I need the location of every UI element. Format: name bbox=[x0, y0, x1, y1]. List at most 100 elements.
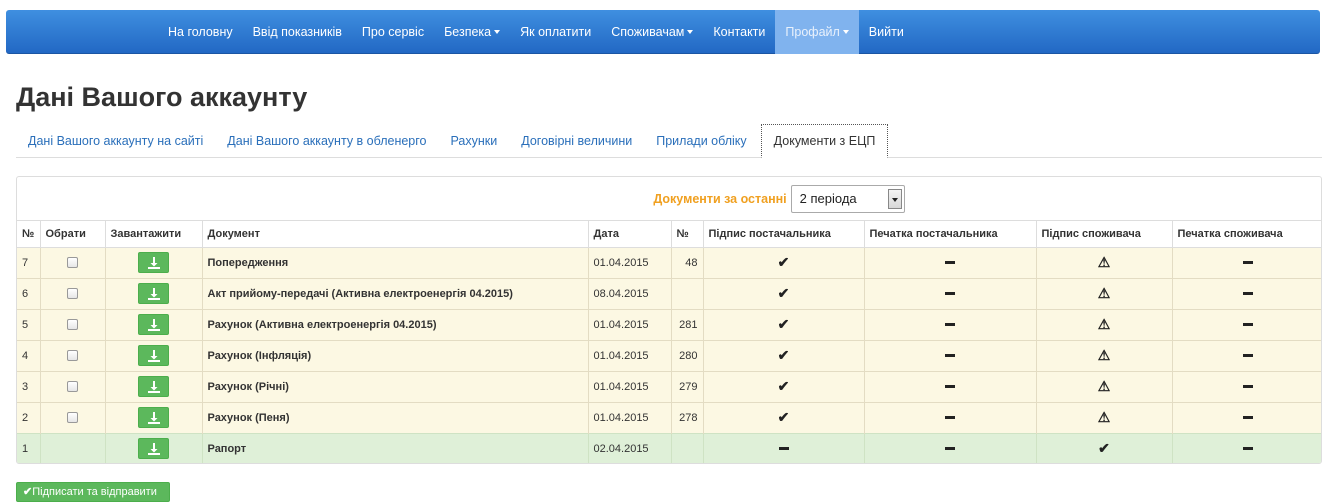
warning-icon: ⚠ bbox=[1097, 409, 1111, 425]
row-consumer-stamp bbox=[1172, 277, 1321, 309]
col-header-download: Завантажити bbox=[105, 221, 203, 248]
tab-meters[interactable]: Прилади обліку bbox=[644, 124, 758, 158]
documents-table: № Обрати Завантажити Документ Дата № Під… bbox=[17, 221, 1321, 463]
col-header-number: № bbox=[17, 221, 41, 248]
row-download-cell bbox=[105, 246, 203, 278]
row-date: 08.04.2015 bbox=[588, 277, 672, 309]
row-checkbox[interactable] bbox=[67, 257, 78, 269]
row-select-cell bbox=[40, 308, 106, 340]
warning-icon: ⚠ bbox=[1097, 316, 1111, 332]
col-header-doc-number: № bbox=[671, 221, 704, 248]
period-filter: Документи за останні 2 періода bbox=[17, 177, 1321, 221]
download-button[interactable] bbox=[138, 407, 169, 428]
row-select-cell bbox=[40, 432, 106, 463]
nav-item-about[interactable]: Про сервіс bbox=[352, 10, 434, 54]
nav-menu: На головну Ввід показників Про сервіс Бе… bbox=[158, 10, 914, 54]
row-date: 02.04.2015 bbox=[588, 432, 672, 463]
period-select[interactable]: 2 періода bbox=[790, 184, 905, 213]
row-document[interactable]: Рахунок (Пеня) bbox=[202, 401, 589, 433]
dash-icon bbox=[1242, 323, 1253, 327]
row-number: 7 bbox=[17, 246, 41, 278]
nav-item-contacts[interactable]: Контакти bbox=[703, 10, 775, 54]
row-checkbox[interactable] bbox=[67, 288, 78, 300]
row-consumer-sign: ⚠ bbox=[1036, 401, 1173, 433]
row-supplier-sign: ✔ bbox=[703, 277, 865, 309]
download-icon bbox=[148, 350, 160, 362]
documents-panel: Документи за останні 2 періода № Обрати … bbox=[16, 176, 1322, 464]
dash-icon bbox=[945, 385, 955, 389]
row-number: 5 bbox=[17, 308, 41, 340]
row-doc-number bbox=[671, 432, 704, 463]
check-icon: ✔ bbox=[777, 285, 790, 301]
col-header-consumer-sign: Підпис споживача bbox=[1036, 221, 1173, 248]
download-icon bbox=[148, 319, 160, 331]
row-date: 01.04.2015 bbox=[588, 308, 672, 340]
download-button[interactable] bbox=[138, 252, 169, 273]
row-download-cell bbox=[105, 277, 203, 309]
download-icon bbox=[148, 257, 160, 269]
download-button[interactable] bbox=[138, 438, 169, 460]
row-consumer-sign: ⚠ bbox=[1036, 339, 1173, 371]
download-button[interactable] bbox=[138, 345, 169, 366]
nav-item-consumers[interactable]: Споживачам bbox=[601, 10, 703, 54]
caret-down-icon bbox=[687, 30, 694, 34]
nav-item-how-to-pay[interactable]: Як оплатити bbox=[510, 10, 601, 54]
sign-and-send-button[interactable]: ✔Підписати та відправити bbox=[16, 482, 170, 502]
nav-item-readings[interactable]: Ввід показників bbox=[243, 10, 352, 54]
row-supplier-sign: ✔ bbox=[703, 308, 865, 340]
row-supplier-stamp bbox=[864, 432, 1037, 463]
row-select-cell bbox=[40, 246, 106, 278]
row-consumer-sign: ✔ bbox=[1036, 432, 1173, 463]
nav-item-logout[interactable]: Вийти bbox=[859, 10, 914, 54]
warning-icon: ⚠ bbox=[1097, 285, 1111, 301]
dash-icon bbox=[945, 354, 955, 358]
row-consumer-stamp bbox=[1172, 432, 1321, 463]
col-header-document: Документ bbox=[202, 221, 589, 248]
table-row: 5 Рахунок (Активна електроенергія 04.2015… bbox=[17, 308, 1321, 340]
row-consumer-stamp bbox=[1172, 246, 1321, 278]
row-supplier-stamp bbox=[864, 401, 1037, 433]
row-consumer-stamp bbox=[1172, 370, 1321, 402]
row-number: 2 bbox=[17, 401, 41, 433]
check-icon: ✔ bbox=[1098, 440, 1110, 457]
nav-item-home[interactable]: На головну bbox=[158, 10, 243, 54]
col-header-consumer-stamp: Печатка споживача bbox=[1172, 221, 1321, 248]
nav-item-security[interactable]: Безпека bbox=[434, 10, 510, 54]
row-document[interactable]: Попередження bbox=[202, 246, 589, 278]
table-row: 3 Рахунок (Річні) 01.04.2015 279 ✔ ⚠ bbox=[17, 370, 1321, 402]
row-checkbox[interactable] bbox=[67, 350, 78, 362]
tab-oblenergo-account[interactable]: Дані Вашого аккаунту в обленерго bbox=[215, 124, 438, 158]
tab-bills[interactable]: Рахунки bbox=[439, 124, 510, 158]
row-document[interactable]: Рахунок (Активна електроенергія 04.2015) bbox=[202, 308, 589, 340]
row-checkbox[interactable] bbox=[67, 412, 78, 424]
row-supplier-stamp bbox=[864, 339, 1037, 371]
tab-edc-documents[interactable]: Документи з ЕЦП bbox=[760, 124, 889, 158]
table-row: 7 Попередження 01.04.2015 48 ✔ ⚠ bbox=[17, 246, 1321, 278]
tab-contract-values[interactable]: Договірні величини bbox=[509, 124, 644, 158]
dash-icon bbox=[945, 261, 955, 265]
download-button[interactable] bbox=[138, 314, 169, 335]
row-checkbox[interactable] bbox=[67, 319, 78, 331]
row-download-cell bbox=[105, 401, 203, 433]
row-supplier-sign bbox=[703, 432, 865, 463]
download-button[interactable] bbox=[138, 376, 169, 397]
nav-item-profile[interactable]: Профайл bbox=[775, 10, 859, 54]
dash-icon bbox=[1242, 416, 1253, 420]
download-button[interactable] bbox=[138, 283, 169, 304]
row-doc-number: 279 bbox=[671, 370, 704, 402]
row-document[interactable]: Рахунок (Інфляція) bbox=[202, 339, 589, 371]
row-checkbox[interactable] bbox=[67, 381, 78, 393]
row-document[interactable]: Акт прийому-передачі (Активна електроене… bbox=[202, 277, 589, 309]
row-download-cell bbox=[105, 339, 203, 371]
dash-icon bbox=[778, 447, 789, 451]
dash-icon bbox=[945, 323, 955, 327]
dash-icon bbox=[1242, 447, 1253, 451]
dash-icon bbox=[945, 447, 955, 451]
dash-icon bbox=[1242, 385, 1253, 389]
row-supplier-sign: ✔ bbox=[703, 339, 865, 371]
tab-site-account[interactable]: Дані Вашого аккаунту на сайті bbox=[16, 124, 215, 158]
row-document[interactable]: Рапорт bbox=[202, 432, 589, 463]
check-icon: ✔ bbox=[777, 316, 790, 332]
row-document[interactable]: Рахунок (Річні) bbox=[202, 370, 589, 402]
dash-icon bbox=[1242, 354, 1253, 358]
